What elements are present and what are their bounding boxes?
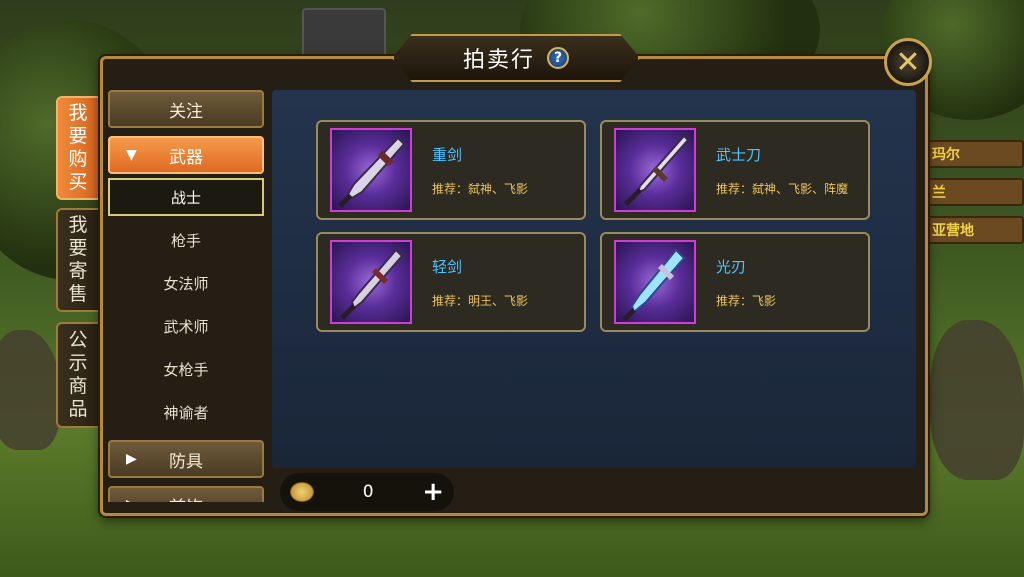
tab-buy-char: 我 [68, 102, 88, 124]
subcategory-item[interactable]: 神谕者 [108, 393, 264, 431]
triangle-right-icon: ▶ [126, 451, 137, 467]
background-sign: 亚营地 [924, 216, 1024, 244]
tab-buy-char: 要 [68, 125, 88, 147]
subcategory-item[interactable]: 武术师 [108, 307, 264, 345]
tab-buy-char: 购 [68, 148, 88, 170]
item-list-area: 重剑 推荐：弑神、飞影 武士刀 推荐：弑神、飞影、阵魔 轻剑 推荐：明王、飞影 [272, 90, 916, 468]
subcategory-item[interactable]: 女法师 [108, 264, 264, 302]
triangle-down-icon: ▼ [126, 147, 137, 163]
tab-buy-char: 买 [68, 171, 88, 193]
subcategory-item[interactable]: 女枪手 [108, 350, 264, 388]
background-sign: 玛尔 [924, 140, 1024, 168]
category-accessory[interactable]: ▶ 首饰 [108, 486, 264, 502]
katana-icon [614, 128, 696, 212]
item-card[interactable]: 轻剑 推荐：明王、飞影 [316, 232, 586, 332]
currency-amount: 0 [362, 482, 374, 502]
tab-sell-char: 售 [68, 283, 88, 305]
background-rock [0, 330, 60, 450]
category-follow[interactable]: 关注 [108, 90, 264, 128]
item-recommend: 推荐：弑神、飞影、阵魔 [716, 182, 849, 196]
add-currency-button[interactable]: + [422, 477, 444, 507]
item-name: 武士刀 [716, 146, 762, 164]
background-signpost [302, 8, 386, 58]
tab-public-char: 商 [68, 375, 88, 397]
item-recommend: 推荐：明王、飞影 [432, 294, 529, 308]
page-title: 拍卖行 [462, 48, 535, 73]
item-card[interactable]: 光刃 推荐：飞影 [600, 232, 870, 332]
sword-icon [330, 128, 412, 212]
item-name: 重剑 [432, 146, 463, 164]
category-follow-label: 关注 [169, 101, 203, 122]
beam-blade-icon [614, 240, 696, 324]
item-recommend: 推荐：弑神、飞影 [432, 182, 529, 196]
category-armor-label: 防具 [169, 451, 203, 472]
category-list-clip: ▶ 首饰 [108, 486, 264, 502]
tab-public-char: 公 [68, 329, 88, 351]
tab-sell-char: 寄 [68, 260, 88, 282]
tab-public-goods[interactable]: 公 示 商 品 [56, 322, 98, 428]
category-accessory-label: 首饰 [169, 493, 203, 503]
tab-buy[interactable]: 我 要 购 买 [56, 96, 98, 200]
currency-bar: 0 + [280, 473, 454, 511]
category-weapon[interactable]: ▼ 武器 [108, 136, 264, 174]
background-sign: 兰 [924, 178, 1024, 206]
tab-public-char: 品 [68, 398, 88, 420]
coin-icon [290, 482, 314, 502]
subcategory-item[interactable]: 战士 [108, 178, 264, 216]
light-sword-icon [330, 240, 412, 324]
item-name: 光刃 [716, 258, 747, 276]
triangle-right-icon: ▶ [126, 497, 137, 502]
close-icon: ✕ [895, 44, 921, 80]
background-rock [930, 320, 1024, 480]
tab-sell-char: 要 [68, 237, 88, 259]
close-button[interactable]: ✕ [884, 38, 932, 86]
category-weapon-label: 武器 [169, 147, 203, 168]
category-armor[interactable]: ▶ 防具 [108, 440, 264, 478]
tab-public-char: 示 [68, 352, 88, 374]
subcategory-item[interactable]: 枪手 [108, 221, 264, 259]
tab-sell-char: 我 [68, 214, 88, 236]
title-plate: 拍卖行 ? [392, 34, 640, 82]
item-card[interactable]: 重剑 推荐：弑神、飞影 [316, 120, 586, 220]
item-name: 轻剑 [432, 258, 463, 276]
tab-sell[interactable]: 我 要 寄 售 [56, 208, 98, 312]
help-icon[interactable]: ? [547, 47, 569, 69]
item-card[interactable]: 武士刀 推荐：弑神、飞影、阵魔 [600, 120, 870, 220]
item-recommend: 推荐：飞影 [716, 294, 777, 308]
